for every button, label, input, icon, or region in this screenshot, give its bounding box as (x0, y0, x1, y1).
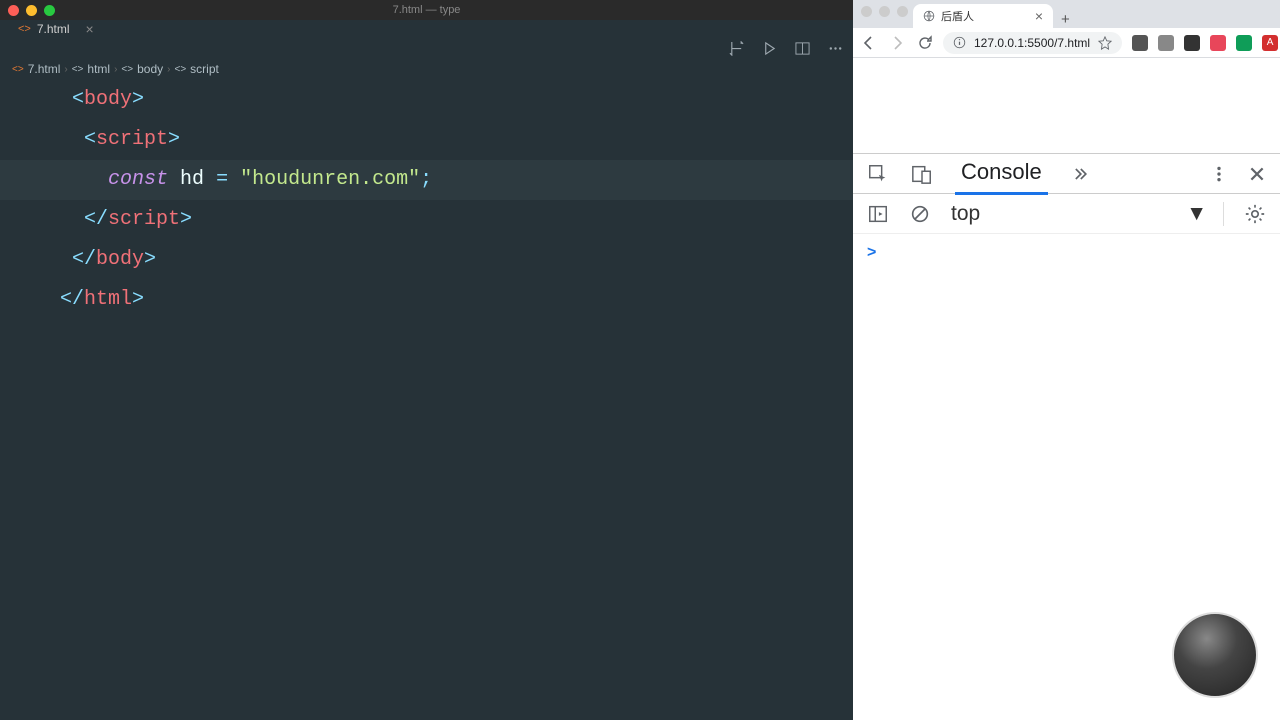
html-symbol-icon: <> (72, 64, 84, 75)
webcam-overlay (1172, 612, 1258, 698)
context-label: top (951, 202, 980, 226)
clear-console-icon[interactable] (909, 203, 931, 225)
close-window-icon[interactable] (8, 5, 19, 16)
breadcrumb-script: script (190, 62, 219, 76)
context-selector[interactable]: top ▼ (951, 202, 1224, 226)
more-icon[interactable] (828, 41, 843, 56)
code-line: </html> (60, 280, 853, 320)
site-info-icon[interactable] (953, 36, 966, 49)
new-tab-button[interactable]: + (1053, 11, 1078, 28)
editor-topbar (0, 38, 853, 58)
url-input[interactable]: 127.0.0.1:5500/7.html (943, 32, 1122, 54)
toggle-console-sidebar-icon[interactable] (867, 203, 889, 225)
star-icon[interactable] (1098, 36, 1112, 50)
compare-icon[interactable] (729, 41, 744, 56)
url-text: 127.0.0.1:5500/7.html (974, 36, 1090, 50)
script-symbol-icon: <> (174, 64, 186, 75)
extension-icon[interactable] (1132, 35, 1148, 51)
browser-tab[interactable]: 后盾人 × (913, 4, 1053, 28)
console-toolbar: top ▼ (853, 194, 1280, 234)
chevron-right-icon: › (114, 64, 117, 75)
chevron-down-icon: ▼ (1186, 202, 1207, 226)
console-settings-icon[interactable] (1244, 203, 1266, 225)
breadcrumb-body: body (137, 62, 163, 76)
file-icon: <> (12, 64, 24, 75)
maximize-browser-icon[interactable] (897, 6, 908, 17)
breadcrumb-html: html (87, 62, 110, 76)
browser-pane: 后盾人 × + 127.0.0.1:5500/7.html A (853, 0, 1280, 720)
tab-label: 7.html (37, 22, 70, 36)
minimize-browser-icon[interactable] (879, 6, 890, 17)
devtools-header: Console (853, 154, 1280, 194)
body-symbol-icon: <> (121, 64, 133, 75)
run-icon[interactable] (762, 41, 777, 56)
window-title: 7.html — type (393, 4, 461, 16)
tab-close-icon[interactable]: × (1035, 8, 1043, 24)
extension-icon[interactable]: A (1262, 35, 1278, 51)
back-button[interactable] (861, 35, 877, 51)
code-line: </body> (60, 240, 853, 280)
chevron-right-icon: › (64, 64, 67, 75)
minimize-window-icon[interactable] (26, 5, 37, 16)
address-bar: 127.0.0.1:5500/7.html A (853, 28, 1280, 58)
tab-close-icon[interactable]: × (86, 21, 94, 37)
reload-button[interactable] (917, 35, 933, 51)
device-toolbar-icon[interactable] (911, 163, 933, 185)
devtools-menu-icon[interactable] (1210, 165, 1228, 183)
page-viewport: Console top ▼ > (853, 58, 1280, 720)
code-editor[interactable]: <body> <script> const hd = "houdunren.co… (0, 80, 853, 720)
inspect-element-icon[interactable] (867, 163, 889, 185)
extension-icon[interactable] (1236, 35, 1252, 51)
html-file-icon: <> (18, 23, 31, 35)
code-line: </script> (60, 200, 853, 240)
forward-button[interactable] (889, 35, 905, 51)
browser-tab-title: 后盾人 (941, 8, 974, 24)
close-browser-icon[interactable] (861, 6, 872, 17)
code-line: <script> (60, 120, 853, 160)
breadcrumb-file: 7.html (28, 62, 61, 76)
extension-icon[interactable] (1210, 35, 1226, 51)
extension-icons: A (1132, 33, 1280, 53)
mac-titlebar: 7.html — type (0, 0, 853, 20)
editor-tabs: <> 7.html × (0, 20, 853, 38)
maximize-window-icon[interactable] (44, 5, 55, 16)
extension-icon[interactable] (1184, 35, 1200, 51)
globe-icon (923, 10, 935, 22)
editor-pane: 7.html — type <> 7.html × <> 7.html › <>… (0, 0, 853, 720)
more-tabs-icon[interactable] (1070, 164, 1090, 184)
extension-icon[interactable] (1158, 35, 1174, 51)
breadcrumb[interactable]: <> 7.html › <> html › <> body › <> scrip… (0, 58, 853, 80)
browser-traffic-lights (861, 6, 908, 17)
devtools-tab-console[interactable]: Console (955, 152, 1048, 195)
code-line: <body> (60, 80, 853, 120)
code-line-highlighted: const hd = "houdunren.com"; (0, 160, 853, 200)
console-prompt-icon: > (867, 244, 876, 261)
traffic-lights (8, 5, 55, 16)
chevron-right-icon: › (167, 64, 170, 75)
close-devtools-icon[interactable] (1248, 165, 1266, 183)
tab-7html[interactable]: <> 7.html × (8, 19, 104, 39)
browser-tabs: 后盾人 × + (853, 0, 1280, 28)
split-editor-icon[interactable] (795, 41, 810, 56)
